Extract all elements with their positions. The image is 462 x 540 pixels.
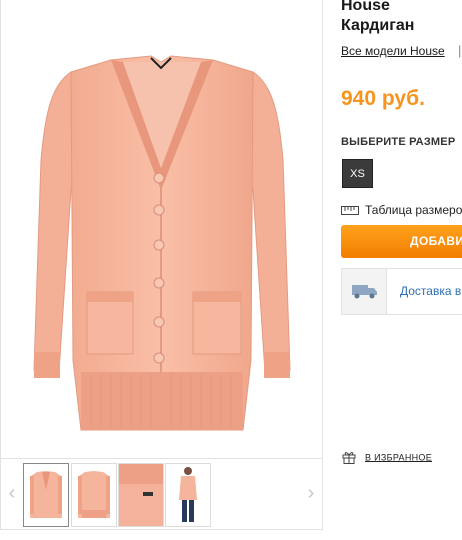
size-table-label: Таблица размеров (365, 203, 462, 217)
product-gallery: ‹ › (0, 0, 323, 530)
size-option-xs[interactable]: XS (342, 159, 373, 188)
cardigan-illustration (33, 55, 291, 431)
all-models-link[interactable]: Все модели House (341, 44, 445, 58)
main-product-image[interactable] (1, 0, 322, 458)
size-heading: ВЫБЕРИТЕ РАЗМЕР (341, 136, 456, 148)
product-details: House Кардиган Все модели House | 940 ру… (341, 0, 462, 540)
truck-icon (352, 285, 377, 299)
size-table-link[interactable]: Таблица размеров (341, 203, 462, 218)
product-title: Кардиган (341, 17, 415, 34)
thumbnail-front[interactable] (23, 463, 69, 527)
favorites-label: В ИЗБРАННОЕ (365, 452, 433, 463)
separator: | (458, 43, 462, 58)
thumbnail-next-arrow[interactable]: › (303, 481, 319, 505)
product-price: 940 руб. (341, 87, 425, 110)
product-brand: House (341, 0, 390, 14)
thumbnail-strip: ‹ › (1, 458, 322, 529)
thumbnail-back[interactable] (71, 463, 117, 527)
gift-icon (342, 450, 356, 466)
delivery-info[interactable]: Доставка в (341, 268, 462, 315)
thumbnail-model[interactable] (165, 463, 211, 527)
add-to-cart-button[interactable]: ДОБАВИТЬ В КОРЗИНУ (341, 225, 462, 258)
thumbnail-prev-arrow[interactable]: ‹ (4, 481, 20, 505)
add-to-favorites[interactable]: В ИЗБРАННОЕ (342, 450, 432, 466)
delivery-label: Доставка в (400, 284, 462, 298)
thumbnail-detail[interactable] (118, 463, 164, 527)
delivery-icon-box (342, 269, 387, 314)
ruler-icon (341, 204, 359, 218)
